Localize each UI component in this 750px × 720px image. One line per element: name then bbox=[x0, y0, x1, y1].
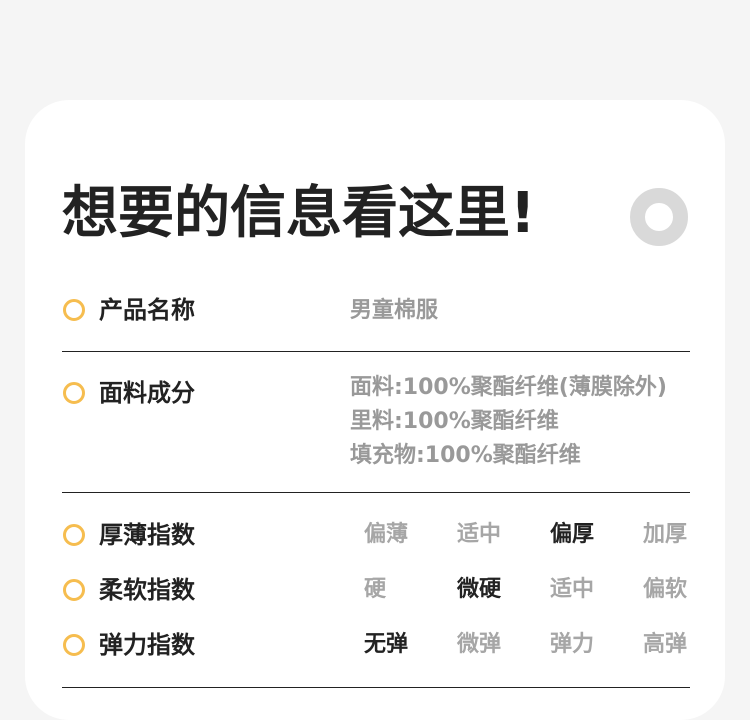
thickness-option: 加厚 bbox=[642, 522, 687, 547]
thickness-option: 偏厚 bbox=[549, 522, 594, 547]
product-name-value: 男童棉服 bbox=[350, 298, 439, 323]
thickness-label: 厚薄指数 bbox=[99, 521, 195, 549]
bullet-icon bbox=[63, 579, 85, 601]
page-title: 想要的信息看这里! bbox=[62, 181, 536, 246]
decorative-ring-icon bbox=[630, 188, 688, 246]
divider bbox=[62, 492, 690, 493]
elasticity-label: 弹力指数 bbox=[99, 631, 195, 659]
softness-label: 柔软指数 bbox=[99, 576, 195, 604]
bullet-icon bbox=[63, 382, 85, 404]
softness-option: 适中 bbox=[549, 577, 594, 602]
divider bbox=[62, 351, 690, 352]
elasticity-option: 高弹 bbox=[642, 632, 687, 657]
fabric-label: 面料成分 bbox=[99, 379, 195, 407]
bullet-icon bbox=[63, 524, 85, 546]
elasticity-option: 弹力 bbox=[549, 632, 594, 657]
bullet-icon bbox=[63, 634, 85, 656]
bullet-icon bbox=[63, 299, 85, 321]
elasticity-option: 无弹 bbox=[363, 632, 408, 657]
thickness-option: 偏薄 bbox=[363, 522, 408, 547]
product-name-label: 产品名称 bbox=[99, 296, 195, 324]
softness-option: 微硬 bbox=[456, 577, 501, 602]
thickness-option: 适中 bbox=[456, 522, 501, 547]
elasticity-option: 微弹 bbox=[456, 632, 501, 657]
fabric-line-filling: 填充物:100%聚酯纤维 bbox=[350, 443, 581, 468]
softness-option: 硬 bbox=[363, 577, 386, 602]
fabric-line-lining: 里料:100%聚酯纤维 bbox=[350, 409, 559, 434]
fabric-line-outer: 面料:100%聚酯纤维(薄膜除外) bbox=[350, 375, 667, 400]
softness-option: 偏软 bbox=[642, 577, 687, 602]
